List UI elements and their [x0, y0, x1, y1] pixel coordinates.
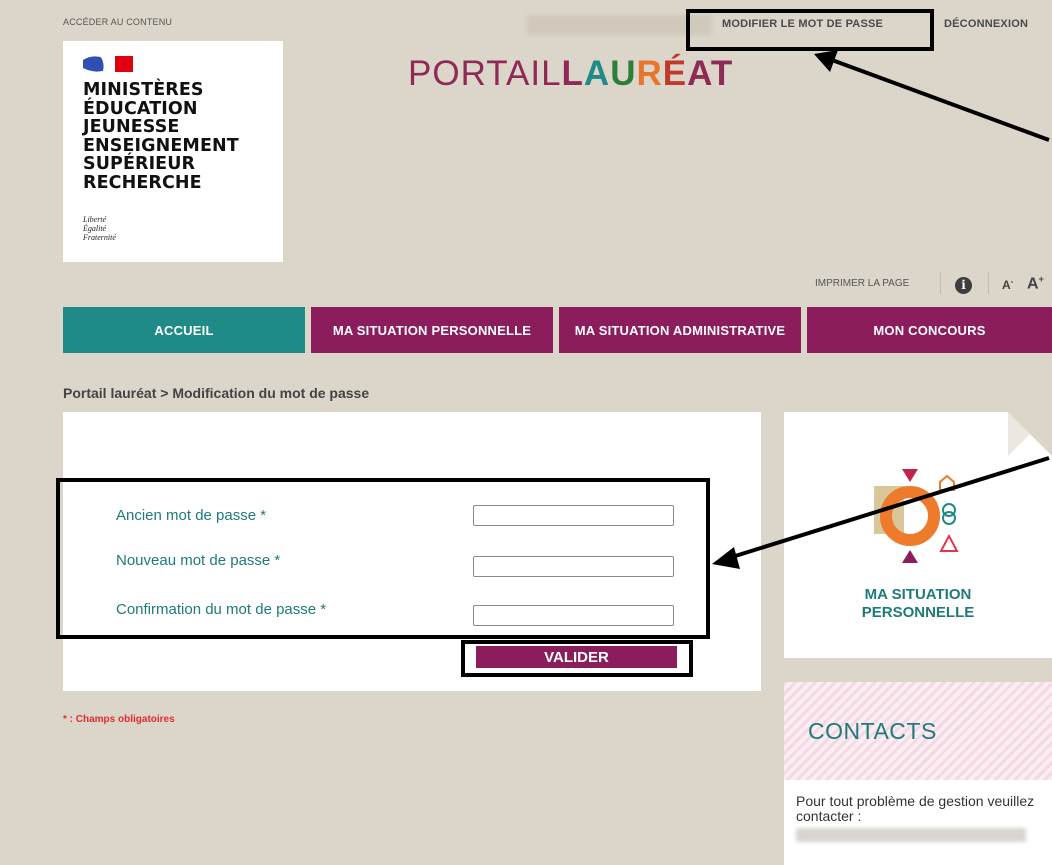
arrow-line	[831, 58, 1050, 142]
arrow-line	[731, 456, 1050, 559]
annotation-arrows	[712, 50, 1050, 569]
page: ACCÉDER AU CONTENU MODIFIER LE MOT DE PA…	[0, 0, 1052, 865]
arrow-head-icon	[712, 547, 740, 569]
